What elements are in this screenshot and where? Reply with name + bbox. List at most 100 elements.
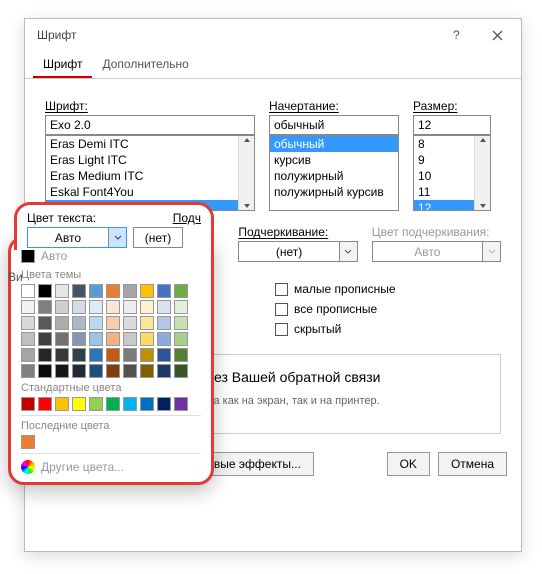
color-swatch[interactable]	[55, 300, 69, 314]
color-swatch[interactable]	[38, 332, 52, 346]
color-swatch[interactable]	[174, 397, 188, 411]
list-item[interactable]: курсив	[270, 152, 398, 168]
ok-button[interactable]: OK	[387, 452, 430, 476]
color-swatch[interactable]	[140, 316, 154, 330]
style-input[interactable]	[269, 115, 399, 135]
color-swatch[interactable]	[106, 348, 120, 362]
color-swatch[interactable]	[106, 284, 120, 298]
color-swatch[interactable]	[89, 332, 103, 346]
color-swatch[interactable]	[21, 348, 35, 362]
color-swatch[interactable]	[72, 332, 86, 346]
size-listbox[interactable]: 8 9 10 11 12	[413, 135, 491, 211]
list-item[interactable]: Eras Medium ITC	[46, 168, 254, 184]
color-swatch[interactable]	[174, 348, 188, 362]
color-swatch[interactable]	[21, 332, 35, 346]
color-swatch[interactable]	[174, 284, 188, 298]
color-swatch[interactable]	[72, 300, 86, 314]
tab-advanced[interactable]: Дополнительно	[92, 53, 198, 78]
color-swatch[interactable]	[140, 397, 154, 411]
color-swatch[interactable]	[157, 364, 171, 378]
color-swatch[interactable]	[157, 348, 171, 362]
color-swatch[interactable]	[140, 332, 154, 346]
color-swatch[interactable]	[157, 332, 171, 346]
color-swatch[interactable]	[157, 316, 171, 330]
color-swatch[interactable]	[38, 364, 52, 378]
color-swatch[interactable]	[55, 348, 69, 362]
color-swatch[interactable]	[140, 284, 154, 298]
list-item[interactable]: Eras Demi ITC	[46, 136, 254, 152]
checkbox-hidden[interactable]: скрытый	[275, 322, 396, 336]
color-swatch[interactable]	[89, 397, 103, 411]
color-swatch[interactable]	[157, 397, 171, 411]
color-swatch[interactable]	[106, 397, 120, 411]
color-swatch[interactable]	[55, 332, 69, 346]
color-swatch[interactable]	[55, 364, 69, 378]
color-swatch[interactable]	[38, 284, 52, 298]
color-text-combo[interactable]: Авто	[27, 227, 127, 248]
scrollbar[interactable]	[474, 136, 490, 210]
color-swatch[interactable]	[72, 316, 86, 330]
color-swatch[interactable]	[21, 316, 35, 330]
checkbox-allcaps[interactable]: все прописные	[275, 302, 396, 316]
color-swatch[interactable]	[140, 300, 154, 314]
size-input[interactable]	[413, 115, 491, 135]
color-swatch[interactable]	[174, 364, 188, 378]
color-swatch[interactable]	[55, 316, 69, 330]
list-item[interactable]: Eras Light ITC	[46, 152, 254, 168]
color-swatch[interactable]	[21, 435, 35, 449]
color-swatch[interactable]	[123, 300, 137, 314]
color-swatch[interactable]	[106, 364, 120, 378]
help-button[interactable]: ?	[437, 21, 477, 49]
color-swatch[interactable]	[55, 284, 69, 298]
color-swatch[interactable]	[123, 364, 137, 378]
color-swatch[interactable]	[106, 332, 120, 346]
font-listbox[interactable]: Eras Demi ITC Eras Light ITC Eras Medium…	[45, 135, 255, 211]
color-swatch[interactable]	[89, 284, 103, 298]
color-swatch[interactable]	[106, 300, 120, 314]
checkbox-smallcaps[interactable]: малые прописные	[275, 282, 396, 296]
color-swatch[interactable]	[21, 397, 35, 411]
font-input[interactable]	[45, 115, 255, 135]
color-swatch[interactable]	[21, 300, 35, 314]
color-swatch[interactable]	[72, 364, 86, 378]
color-swatch[interactable]	[89, 348, 103, 362]
color-swatch[interactable]	[38, 348, 52, 362]
color-swatch[interactable]	[38, 397, 52, 411]
list-item[interactable]: полужирный курсив	[270, 184, 398, 200]
color-swatch[interactable]	[21, 364, 35, 378]
color-swatch[interactable]	[89, 300, 103, 314]
color-swatch[interactable]	[21, 284, 35, 298]
color-swatch[interactable]	[123, 348, 137, 362]
color-swatch[interactable]	[89, 316, 103, 330]
list-item[interactable]: обычный	[270, 136, 398, 152]
color-swatch[interactable]	[140, 364, 154, 378]
color-swatch[interactable]	[38, 316, 52, 330]
tab-font[interactable]: Шрифт	[33, 53, 92, 78]
scrollbar[interactable]	[238, 136, 254, 210]
color-swatch[interactable]	[123, 332, 137, 346]
color-swatch[interactable]	[72, 348, 86, 362]
underline-combo[interactable]: (нет)	[238, 241, 357, 262]
underline-mini-combo[interactable]: (нет)	[133, 227, 183, 248]
color-swatch[interactable]	[157, 284, 171, 298]
color-swatch[interactable]	[157, 300, 171, 314]
color-swatch[interactable]	[174, 332, 188, 346]
list-item[interactable]: Eskal Font4You	[46, 184, 254, 200]
color-swatch[interactable]	[55, 397, 69, 411]
close-button[interactable]	[477, 21, 517, 49]
list-item[interactable]: полужирный	[270, 168, 398, 184]
more-colors[interactable]: Другие цвета...	[21, 458, 201, 476]
color-swatch[interactable]	[72, 284, 86, 298]
color-swatch[interactable]	[89, 364, 103, 378]
cancel-button[interactable]: Отмена	[438, 452, 507, 476]
color-swatch[interactable]	[140, 348, 154, 362]
color-swatch[interactable]	[123, 397, 137, 411]
color-swatch[interactable]	[123, 316, 137, 330]
color-swatch[interactable]	[174, 316, 188, 330]
style-listbox[interactable]: обычный курсив полужирный полужирный кур…	[269, 135, 399, 211]
color-swatch[interactable]	[72, 397, 86, 411]
color-swatch[interactable]	[123, 284, 137, 298]
color-swatch[interactable]	[174, 300, 188, 314]
color-swatch[interactable]	[106, 316, 120, 330]
color-swatch[interactable]	[38, 300, 52, 314]
